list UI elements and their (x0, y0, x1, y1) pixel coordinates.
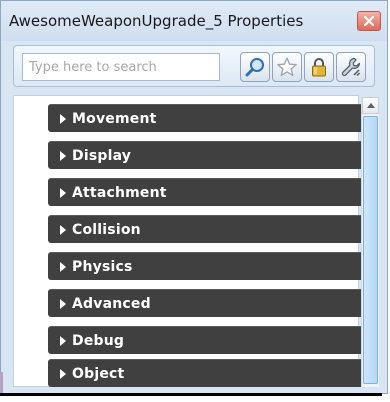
lock-button[interactable] (304, 52, 334, 82)
categories-panel: Movement Display Attachment Collision Ph… (13, 95, 366, 387)
expand-arrow-icon (60, 113, 66, 124)
category-object[interactable]: Object (48, 359, 366, 387)
category-movement[interactable]: Movement (48, 104, 366, 132)
expand-arrow-icon (60, 298, 66, 309)
category-label: Object (72, 365, 125, 382)
category-label: Movement (72, 110, 157, 127)
category-label: Display (72, 147, 132, 164)
search-button[interactable] (240, 52, 270, 82)
category-label: Debug (72, 332, 125, 349)
expand-arrow-icon (60, 187, 66, 198)
category-debug[interactable]: Debug (48, 326, 366, 354)
lock-icon (312, 58, 326, 77)
bottom-border (0, 393, 382, 396)
search-input[interactable] (22, 53, 220, 81)
category-label: Attachment (72, 184, 167, 201)
properties-window: AwesomeWeaponUpgrade_5 Properties Type h… (0, 0, 388, 394)
category-collision[interactable]: Collision (48, 215, 366, 243)
settings-wrench-icon (341, 57, 361, 77)
search-icon (245, 58, 264, 77)
expand-arrow-icon (60, 261, 66, 272)
expand-arrow-icon (60, 150, 66, 161)
star-icon (277, 57, 297, 77)
expand-arrow-icon (60, 335, 66, 346)
expand-arrow-icon (60, 224, 66, 235)
category-display[interactable]: Display (48, 141, 366, 169)
toolbar (13, 45, 375, 87)
expand-arrow-icon (60, 368, 66, 379)
category-label: Physics (72, 258, 133, 275)
settings-button[interactable] (336, 52, 366, 82)
window-title: AwesomeWeaponUpgrade_5 Properties (9, 12, 304, 30)
category-advanced[interactable]: Advanced (48, 289, 366, 317)
favorites-button[interactable] (272, 52, 302, 82)
arrow-up-icon (366, 103, 375, 108)
category-label: Collision (72, 221, 141, 238)
close-button[interactable] (357, 11, 381, 31)
category-physics[interactable]: Physics (48, 252, 366, 280)
scroll-up-button[interactable] (362, 97, 379, 114)
category-attachment[interactable]: Attachment (48, 178, 366, 206)
scroll-thumb[interactable] (363, 116, 378, 384)
category-label: Advanced (72, 295, 151, 312)
close-icon (364, 16, 374, 26)
title-bar[interactable]: AwesomeWeaponUpgrade_5 Properties (1, 1, 387, 41)
vertical-scrollbar[interactable] (361, 97, 379, 387)
